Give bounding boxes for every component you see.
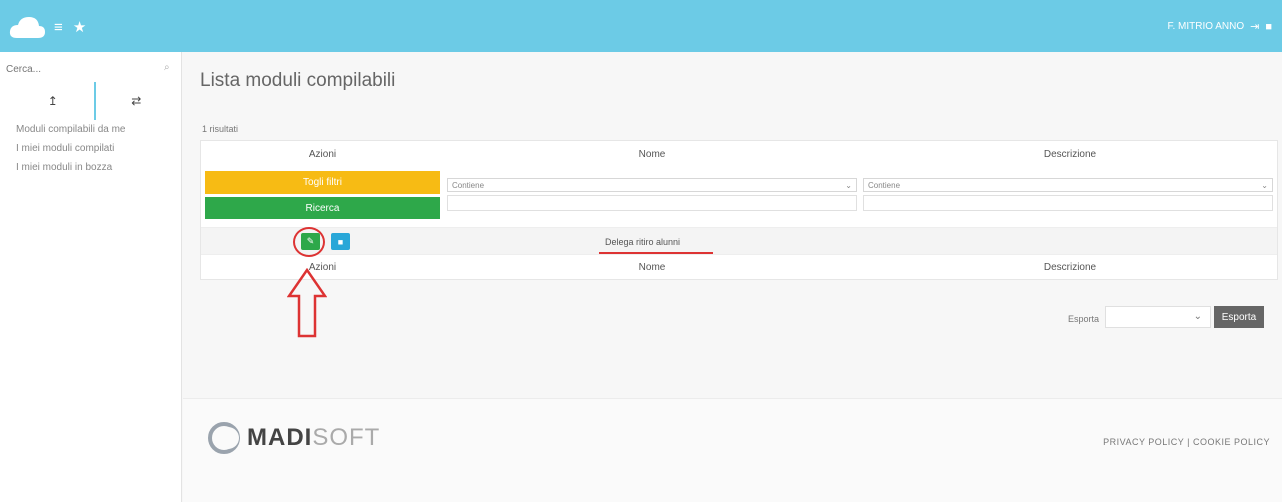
row-nome[interactable]: Delega ritiro alunni — [605, 237, 680, 247]
madisoft-logo: MADISOFT — [207, 421, 380, 455]
export-format-select[interactable]: ⌄ — [1105, 306, 1211, 328]
madisoft-swirl-icon — [208, 422, 240, 454]
toggle-filters-button[interactable]: Togli filtri — [205, 171, 440, 194]
annotation-underline — [599, 252, 713, 254]
logo-text-light: SOFT — [312, 424, 381, 451]
search-icon[interactable]: ⌕ — [164, 62, 170, 73]
user-menu[interactable]: F. MITRIO ANNO ⇥ ■ — [1167, 20, 1272, 34]
tab-pin[interactable]: ↥ — [12, 82, 96, 120]
sidebar: ⌕ ↥ ⇄ Moduli compilabili da me I miei mo… — [0, 52, 182, 502]
square-icon[interactable]: ■ — [1265, 21, 1272, 33]
export-button[interactable]: Esporta — [1214, 306, 1264, 328]
descrizione-filter-select[interactable]: Contiene ⌄ — [863, 178, 1273, 192]
descrizione-filter-input[interactable] — [863, 195, 1273, 211]
column-footer-descrizione: Descrizione — [1043, 262, 1097, 273]
menu-icon[interactable]: ≡ ★ — [54, 18, 89, 36]
column-footer-nome: Nome — [638, 262, 666, 273]
descrizione-filter-value: Contiene — [868, 180, 901, 190]
cloud-logo-icon[interactable] — [8, 14, 46, 40]
tab-refresh[interactable]: ⇄ — [96, 82, 178, 120]
nome-filter-value: Contiene — [452, 180, 485, 190]
footer-links[interactable]: PRIVACY POLICY | COOKIE POLICY — [1103, 437, 1270, 447]
search-button[interactable]: Ricerca — [205, 197, 440, 219]
annotation-circle — [293, 227, 325, 257]
export-label: Esporta — [1068, 314, 1100, 324]
sidebar-item-compilabili[interactable]: Moduli compilabili da me — [16, 120, 126, 139]
footer: MADISOFT PRIVACY POLICY | COOKIE POLICY — [183, 398, 1282, 502]
view-button[interactable]: ■ — [331, 233, 350, 250]
square-icon: ■ — [337, 236, 344, 247]
logout-icon[interactable]: ⇥ — [1250, 20, 1259, 33]
sidebar-item-compilati[interactable]: I miei moduli compilati — [16, 139, 126, 158]
column-header-nome[interactable]: Nome — [445, 149, 859, 160]
table-row: ✎ ■ Delega ritiro alunni — [201, 227, 1277, 257]
sidebar-menu: Moduli compilabili da me I miei moduli c… — [16, 120, 126, 177]
results-count: 1 risultati — [202, 124, 239, 134]
column-header-azioni[interactable]: Azioni — [205, 149, 440, 160]
sidebar-item-bozza[interactable]: I miei moduli in bozza — [16, 158, 126, 177]
column-header-descrizione[interactable]: Descrizione — [863, 149, 1277, 160]
annotation-arrow-icon — [287, 268, 327, 338]
nome-filter-select[interactable]: Contiene ⌄ — [447, 178, 857, 192]
top-navbar: ≡ ★ F. MITRIO ANNO ⇥ ■ — [0, 0, 1282, 52]
user-name[interactable]: F. MITRIO ANNO — [1167, 21, 1244, 32]
sidebar-tabs: ↥ ⇄ — [12, 82, 177, 120]
logo-text-bold: MADI — [247, 424, 313, 451]
forms-table: Azioni Nome Descrizione Togli filtri Ric… — [200, 140, 1278, 280]
search-input[interactable] — [6, 60, 178, 78]
nome-filter-input[interactable] — [447, 195, 857, 211]
chevron-down-icon: ⌄ — [845, 180, 852, 190]
chevron-down-icon: ⌄ — [1193, 311, 1202, 322]
page-title: Lista moduli compilabili — [200, 70, 396, 91]
chevron-down-icon: ⌄ — [1261, 180, 1268, 190]
